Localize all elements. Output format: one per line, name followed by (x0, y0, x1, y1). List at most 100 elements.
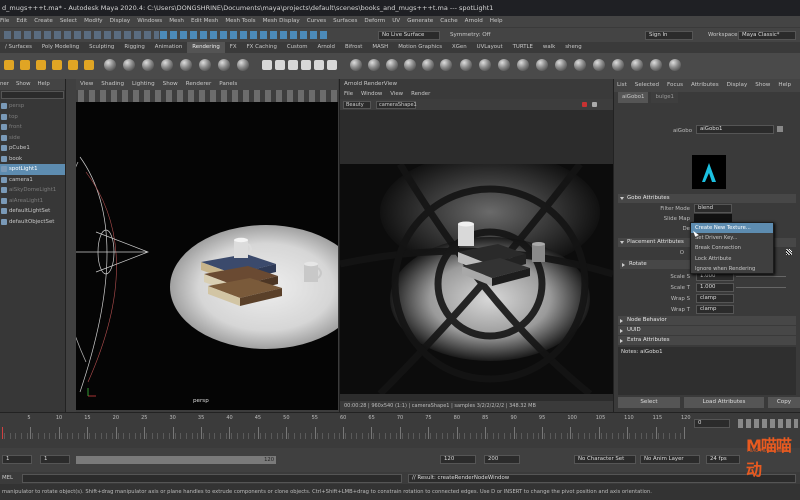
arnold-tool-icon[interactable] (460, 59, 472, 71)
arnold-shader-icon[interactable] (440, 59, 452, 71)
outliner-item[interactable]: aiSkyDomeLight1 (0, 185, 65, 196)
menu-display[interactable]: Display (110, 16, 131, 27)
anim-layer-select[interactable]: No Anim Layer (640, 455, 700, 464)
shelf-tab-13[interactable]: XGen (447, 42, 472, 53)
arnold-shader-icon[interactable] (368, 59, 380, 71)
shader-ball-icon[interactable] (218, 59, 230, 71)
shader-ball-icon[interactable] (142, 59, 154, 71)
checker-icon[interactable] (786, 249, 792, 255)
outliner-item[interactable]: persp (0, 101, 65, 112)
node-tab[interactable]: aiGobo1 (618, 92, 649, 103)
ae-menu-item[interactable]: Focus (667, 82, 683, 88)
wrap-t-select[interactable]: clamp (696, 305, 734, 314)
command-language[interactable]: MEL (2, 472, 13, 484)
shelf-tab-7[interactable]: FX Caching (242, 42, 282, 53)
arnold-tool-icon[interactable] (498, 59, 510, 71)
stop-render-icon[interactable] (582, 102, 587, 107)
wrap-s-select[interactable]: clamp (696, 294, 734, 303)
outliner-item[interactable]: aiAreaLight1 (0, 196, 65, 207)
context-menu-item[interactable]: Create New Texture... (691, 223, 773, 234)
notes-area[interactable]: Notes: aiGobo1 (618, 347, 796, 395)
node-tab[interactable]: bulge1 (651, 92, 678, 103)
shelf-tool-icon[interactable] (4, 60, 14, 70)
shelf-tab-5[interactable]: Rendering (187, 42, 225, 53)
shelf-tab-4[interactable]: Animation (150, 42, 187, 53)
node-name-field[interactable]: aiGobo1 (696, 125, 774, 134)
context-menu-item[interactable]: Lock Attribute (691, 254, 773, 264)
menu-curves[interactable]: Curves (307, 16, 326, 27)
uuid-section[interactable]: UUID (618, 326, 796, 335)
context-menu-item[interactable]: Ignore when Rendering (691, 264, 773, 274)
max-frame-field[interactable]: 200 (484, 455, 520, 464)
shelf-tool-icon[interactable] (68, 60, 78, 70)
menu-create[interactable]: Create (34, 16, 53, 27)
shelf-tab-3[interactable]: Rigging (119, 42, 149, 53)
ae-menu-item[interactable]: Attributes (691, 82, 719, 88)
menu-file[interactable]: File (0, 16, 9, 27)
gobo-attributes-section[interactable]: Gobo Attributes (618, 194, 796, 203)
renderview-menu-item[interactable]: File (344, 91, 353, 97)
workspace-select[interactable]: Maya Classic* (738, 31, 796, 40)
arnold-tool-icon[interactable] (574, 59, 586, 71)
scale-s-slider[interactable] (736, 276, 786, 277)
playback-controls[interactable] (738, 419, 798, 428)
outliner-item[interactable]: top (0, 112, 65, 123)
shelf-tab-9[interactable]: Arnold (313, 42, 340, 53)
menu-help[interactable]: Help (490, 16, 503, 27)
shelf-tab-6[interactable]: FX (225, 42, 242, 53)
shelf-tab-15[interactable]: TURTLE (508, 42, 538, 53)
viewport-menu-item[interactable]: Renderer (186, 81, 212, 87)
snap-tools[interactable] (160, 31, 330, 39)
shader-ball-icon[interactable] (161, 59, 173, 71)
outliner-menu-item[interactable]: ner (0, 81, 9, 87)
outliner-search[interactable] (1, 91, 64, 99)
aov-select[interactable]: Beauty (343, 100, 371, 109)
extra-attributes-section[interactable]: Extra Attributes (618, 336, 796, 345)
arnold-tool-icon[interactable] (631, 59, 643, 71)
light-icon[interactable] (314, 60, 324, 70)
shader-ball-icon[interactable] (199, 59, 211, 71)
light-icon[interactable] (327, 60, 337, 70)
sign-in-field[interactable]: Sign In (645, 31, 693, 40)
outliner-item[interactable]: front (0, 122, 65, 133)
arnold-shader-icon[interactable] (422, 59, 434, 71)
arnold-tool-icon[interactable] (593, 59, 605, 71)
shelf-tab-1[interactable]: Poly Modeling (37, 42, 84, 53)
current-time-indicator[interactable] (2, 427, 3, 439)
symmetry-status[interactable]: Symmetry: Off (450, 31, 491, 40)
outliner-item[interactable]: camera1 (0, 175, 65, 186)
menu-edit[interactable]: Edit (16, 16, 27, 27)
shader-ball-icon[interactable] (104, 59, 116, 71)
node-behavior-section[interactable]: Node Behavior (618, 316, 796, 325)
outliner-item[interactable]: defaultLightSet (0, 206, 65, 217)
shelf-tab-11[interactable]: MASH (367, 42, 393, 53)
arnold-shader-icon[interactable] (386, 59, 398, 71)
load-attributes-button[interactable]: Load Attributes (684, 397, 764, 408)
arnold-tool-icon[interactable] (479, 59, 491, 71)
shader-ball-icon[interactable] (237, 59, 249, 71)
ae-menu-item[interactable]: Display (727, 82, 748, 88)
viewport-menu-item[interactable]: Shading (101, 81, 124, 87)
menu-select[interactable]: Select (60, 16, 77, 27)
arnold-tool-icon[interactable] (536, 59, 548, 71)
renderview-menu-item[interactable]: Render (411, 91, 430, 97)
arnold-tool-icon[interactable] (517, 59, 529, 71)
focus-icon[interactable] (777, 126, 783, 132)
arnold-tool-icon[interactable] (612, 59, 624, 71)
shelf-tab-14[interactable]: UVLayout (472, 42, 508, 53)
outliner-item[interactable]: spotLight1 (0, 164, 65, 175)
rotate-section[interactable]: Rotate (620, 260, 692, 269)
camera-select[interactable]: cameraShape1 (376, 100, 417, 109)
arnold-tool-icon[interactable] (650, 59, 662, 71)
context-menu-item[interactable]: Break Connection (691, 243, 773, 253)
viewport-menu-item[interactable]: Lighting (132, 81, 155, 87)
outliner-item[interactable]: book (0, 154, 65, 165)
light-icon[interactable] (288, 60, 298, 70)
shelf-tab-17[interactable]: sheng (560, 42, 586, 53)
menu-edit-mesh[interactable]: Edit Mesh (191, 16, 218, 27)
fps-select[interactable]: 24 fps (706, 455, 740, 464)
shader-ball-icon[interactable] (180, 59, 192, 71)
renderview-menu-item[interactable]: View (390, 91, 403, 97)
current-frame-field[interactable]: 0 (694, 419, 730, 428)
shelf-tool-icon[interactable] (36, 60, 46, 70)
